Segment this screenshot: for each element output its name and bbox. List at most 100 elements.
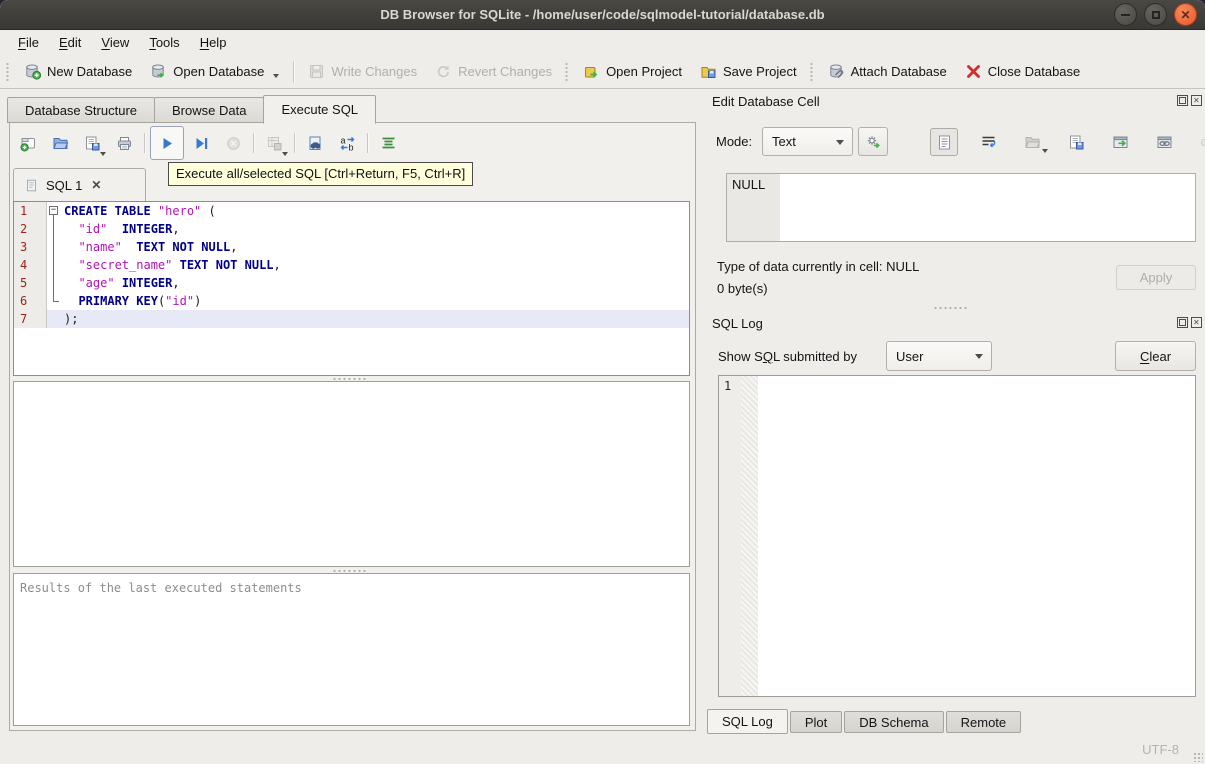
new-sql-tab-button[interactable] <box>13 128 43 158</box>
new-database-button[interactable]: New Database <box>15 58 141 86</box>
clear-log-button[interactable]: Clear <box>1115 341 1196 371</box>
save-sql-file-button[interactable] <box>77 128 107 158</box>
menu-edit[interactable]: Edit <box>49 33 91 52</box>
code-line[interactable]: 5 "age" INTEGER, <box>14 274 689 292</box>
save-file-icon <box>84 135 101 152</box>
save-results-button[interactable] <box>259 128 289 158</box>
code-line[interactable]: 6 PRIMARY KEY("id") <box>14 292 689 310</box>
query-results-grid[interactable] <box>13 381 690 567</box>
dropdown-caret-icon[interactable] <box>282 152 288 156</box>
attach-database-label: Attach Database <box>850 64 947 79</box>
close-button-icon[interactable]: ✕ <box>1174 3 1197 26</box>
sql-editor-tab-label: SQL 1 <box>46 177 83 193</box>
find-in-sql-button[interactable] <box>300 128 330 158</box>
dropdown-caret-icon[interactable] <box>273 73 280 78</box>
code-segment: CREATE TABLE <box>64 204 151 218</box>
code-line[interactable]: 3 "name" TEXT NOT NULL, <box>14 238 689 256</box>
menu-view[interactable]: View <box>91 33 139 52</box>
word-wrap-button[interactable] <box>974 128 1002 156</box>
text-doc-icon <box>936 134 953 151</box>
tab-remote[interactable]: Remote <box>945 711 1022 733</box>
maximize-button-icon[interactable] <box>1144 3 1167 26</box>
results-message-pane[interactable]: Results of the last executed statements <box>13 573 690 726</box>
stop-icon <box>225 135 242 152</box>
open-in-external-app-button[interactable] <box>1106 128 1134 156</box>
float-dock-icon[interactable] <box>1177 95 1188 106</box>
fold-margin[interactable]: − <box>47 202 60 220</box>
apply-button[interactable]: Apply <box>1116 265 1196 290</box>
find-icon <box>307 135 324 152</box>
menu-file[interactable]: File <box>8 33 49 52</box>
sql-log-area[interactable]: 1 <box>718 375 1196 697</box>
close-dock-icon[interactable] <box>1191 95 1202 106</box>
save-project-button[interactable]: Save Project <box>691 58 806 86</box>
word-wrap-icon <box>980 134 997 151</box>
auto-completion-button[interactable]: ab <box>332 128 362 158</box>
code-line[interactable]: 2 "id" INTEGER, <box>14 220 689 238</box>
revert-changes-button[interactable]: Revert Changes <box>426 58 561 86</box>
sql-editor-tab[interactable]: SQL 1 ✕ <box>13 168 146 201</box>
code-line[interactable]: 4 "secret_name" TEXT NOT NULL, <box>14 256 689 274</box>
execute-all-sql-button[interactable] <box>150 126 184 160</box>
fold-margin <box>47 274 60 292</box>
open-project-button[interactable]: Open Project <box>574 58 691 86</box>
close-tab-icon[interactable]: ✕ <box>91 178 101 192</box>
code-line[interactable]: 1− CREATE TABLE "hero" ( <box>14 202 689 220</box>
auto-apply-button[interactable] <box>858 127 888 156</box>
code-segment: ) <box>194 294 202 308</box>
write-changes-button[interactable]: Write Changes <box>299 58 426 86</box>
set-as-null-button[interactable] <box>1194 128 1205 156</box>
open-file-icon <box>1024 134 1041 151</box>
link-icon <box>1156 134 1173 151</box>
copy-link-button[interactable] <box>1150 128 1178 156</box>
tab-browse-data[interactable]: Browse Data <box>154 97 265 123</box>
stop-execution-button[interactable] <box>218 128 248 158</box>
dock-splitter-handle[interactable] <box>933 306 967 310</box>
dropdown-caret-icon[interactable] <box>100 152 106 156</box>
tab-execute-sql[interactable]: Execute SQL <box>263 95 377 124</box>
tab-plot[interactable]: Plot <box>789 711 843 733</box>
code-segment: ); <box>64 312 79 326</box>
format-sql-button[interactable] <box>373 128 403 158</box>
export-to-file-button[interactable] <box>1062 128 1090 156</box>
code-line[interactable]: 7); <box>14 310 689 328</box>
code-segment: TEXT NOT NULL <box>136 240 231 254</box>
sql-code-editor[interactable]: 1− CREATE TABLE "hero" (2 "id" INTEGER, 3 … <box>13 201 690 376</box>
toolbar-handle[interactable] <box>808 60 814 83</box>
import-from-file-button[interactable] <box>1018 128 1048 156</box>
dropdown-caret-icon[interactable] <box>1042 149 1048 153</box>
open-database-icon <box>150 63 167 80</box>
tab-db-schema[interactable]: DB Schema <box>844 711 944 733</box>
new-database-label: New Database <box>47 64 133 79</box>
resize-grip[interactable] <box>1193 752 1203 762</box>
encoding-indicator[interactable]: UTF-8 <box>1142 742 1179 757</box>
open-sql-file-button[interactable] <box>45 128 75 158</box>
close-dock-icon[interactable] <box>1191 317 1202 328</box>
close-database-icon <box>965 63 982 80</box>
code-segment: TEXT NOT NULL <box>179 258 274 272</box>
code-segment: ( <box>201 204 216 218</box>
toolbar-handle[interactable] <box>564 60 570 83</box>
tooltip: Execute all/selected SQL [Ctrl+Return, F… <box>168 162 474 186</box>
code-segment: , <box>172 222 180 236</box>
tab-database-structure[interactable]: Database Structure <box>7 97 156 123</box>
toolbar-handle[interactable] <box>5 60 10 83</box>
cell-size-text: 0 byte(s) <box>717 281 768 296</box>
titlebar[interactable]: DB Browser for SQLite - /home/user/code/… <box>0 0 1205 30</box>
open-database-button[interactable]: Open Database <box>141 58 288 86</box>
cell-value-editor[interactable]: NULL <box>726 173 1196 242</box>
mode-select[interactable]: Text <box>762 127 853 156</box>
print-sql-button[interactable] <box>109 128 139 158</box>
attach-database-button[interactable]: Attach Database <box>819 58 956 86</box>
close-database-button[interactable]: Close Database <box>956 58 1090 86</box>
text-mode-button[interactable] <box>930 128 958 156</box>
log-filter-select[interactable]: User <box>886 341 992 371</box>
format-icon <box>380 135 397 152</box>
float-dock-icon[interactable] <box>1177 317 1188 328</box>
execute-current-line-button[interactable] <box>186 128 216 158</box>
tab-sql-log[interactable]: SQL Log <box>707 709 788 734</box>
minimize-button-icon[interactable] <box>1114 3 1137 26</box>
menu-tools[interactable]: Tools <box>139 33 189 52</box>
menu-help[interactable]: Help <box>190 33 237 52</box>
